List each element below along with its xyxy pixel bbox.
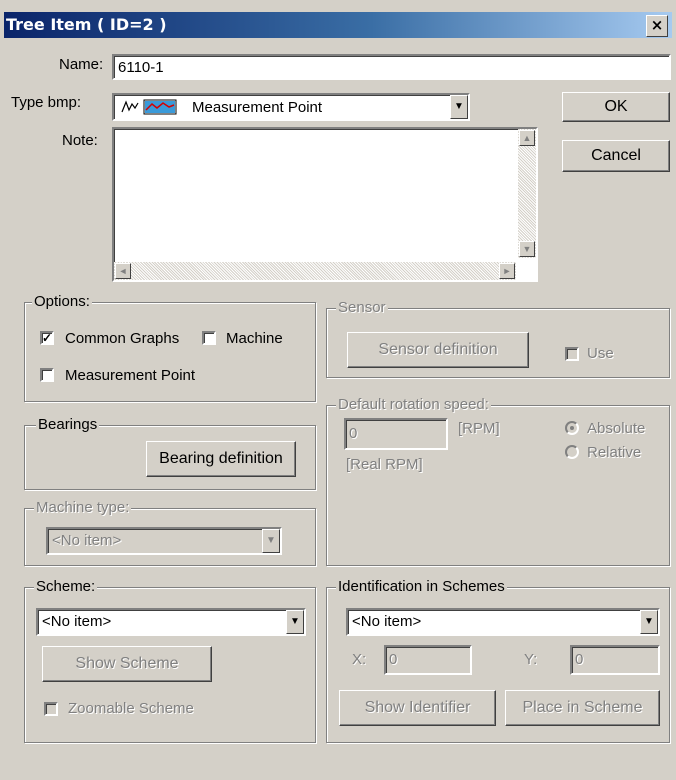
close-button[interactable]: × (646, 15, 668, 37)
absolute-label: Absolute (587, 420, 646, 437)
identification-value: <No item> (352, 613, 422, 630)
place-in-scheme-button[interactable]: Place in Scheme (505, 690, 660, 726)
y-label: Y: (524, 651, 538, 668)
identification-dropdown-button[interactable]: ▼ (640, 610, 658, 634)
measurement-point-icon (120, 98, 180, 116)
show-scheme-button[interactable]: Show Scheme (42, 646, 212, 682)
options-group (24, 302, 316, 402)
options-title: Options: (32, 293, 92, 310)
common-graphs-checkbox[interactable]: ✓ (40, 331, 54, 345)
machine-type-dropdown-button[interactable]: ▼ (262, 529, 280, 553)
machine-type-value: <No item> (52, 532, 122, 549)
rotation-speed-value: 0 (349, 425, 358, 442)
relative-label: Relative (587, 444, 642, 461)
machine-type-select[interactable]: <No item> ▼ (46, 527, 282, 555)
type-bmp-dropdown-button[interactable]: ▼ (450, 95, 468, 119)
scroll-up-icon[interactable]: ▲ (519, 130, 535, 146)
machine-label: Machine (226, 330, 283, 347)
chevron-down-icon: ▼ (290, 616, 300, 627)
rpm-unit-label: [RPM] (458, 420, 500, 437)
scheme-select[interactable]: <No item> ▼ (36, 608, 306, 636)
rotation-speed-input[interactable]: 0 (344, 418, 448, 450)
name-input[interactable]: 6110-1 (112, 54, 671, 80)
zoomable-scheme-label: Zoomable Scheme (68, 700, 194, 717)
real-rpm-label: [Real RPM] (346, 456, 423, 473)
absolute-radio[interactable] (565, 421, 579, 435)
identification-select[interactable]: <No item> ▼ (346, 608, 660, 636)
measurement-point-label: Measurement Point (65, 367, 196, 384)
relative-radio[interactable] (565, 445, 579, 459)
window-title: Tree Item ( ID=2 ) (6, 15, 167, 34)
scroll-right-icon[interactable]: ► (499, 263, 515, 279)
title-bar[interactable]: Tree Item ( ID=2 ) × (4, 12, 672, 38)
common-graphs-label: Common Graphs (65, 330, 180, 347)
scroll-left-icon[interactable]: ◄ (115, 263, 131, 279)
note-horizontal-scrollbar[interactable]: ◄ ► (114, 262, 516, 280)
sensor-title: Sensor (336, 299, 388, 316)
type-bmp-label: Type bmp: (11, 94, 82, 111)
note-vertical-scrollbar[interactable]: ▲ ▼ (518, 129, 536, 258)
machine-checkbox[interactable] (202, 331, 216, 345)
x-label: X: (352, 651, 367, 668)
sensor-definition-button[interactable]: Sensor definition (347, 332, 529, 368)
ok-button[interactable]: OK (562, 92, 670, 122)
machine-type-title: Machine type: (34, 499, 132, 516)
measurement-point-checkbox[interactable] (40, 368, 54, 382)
use-label: Use (587, 345, 614, 362)
scroll-down-icon[interactable]: ▼ (519, 241, 535, 257)
note-textarea[interactable]: ▲ ▼ ◄ ► (112, 127, 538, 282)
scheme-title: Scheme: (34, 578, 98, 595)
y-input[interactable]: 0 (570, 645, 660, 675)
chevron-down-icon: ▼ (644, 616, 654, 627)
identification-title: Identification in Schemes (336, 578, 507, 595)
chevron-down-icon: ▼ (454, 101, 464, 112)
cancel-button[interactable]: Cancel (562, 140, 670, 172)
dialog-window: Tree Item ( ID=2 ) × Name: 6110-1 Type b… (0, 0, 676, 780)
note-label: Note: (62, 132, 98, 149)
name-label: Name: (59, 56, 104, 73)
zoomable-scheme-checkbox[interactable] (44, 702, 58, 716)
y-value: 0 (575, 651, 584, 668)
type-bmp-value: Measurement Point (192, 99, 323, 116)
bearings-title: Bearings (36, 416, 100, 433)
rotation-speed-title: Default rotation speed: (336, 396, 491, 413)
scheme-dropdown-button[interactable]: ▼ (286, 610, 304, 634)
chevron-down-icon: ▼ (266, 535, 276, 546)
use-checkbox[interactable] (565, 347, 579, 361)
x-value: 0 (389, 651, 398, 668)
type-bmp-select[interactable]: Measurement Point ▼ (112, 93, 470, 121)
scheme-value: <No item> (42, 613, 112, 630)
x-input[interactable]: 0 (384, 645, 472, 675)
name-value: 6110-1 (118, 59, 164, 76)
show-identifier-button[interactable]: Show Identifier (339, 690, 496, 726)
bearing-definition-button[interactable]: Bearing definition (146, 441, 296, 477)
